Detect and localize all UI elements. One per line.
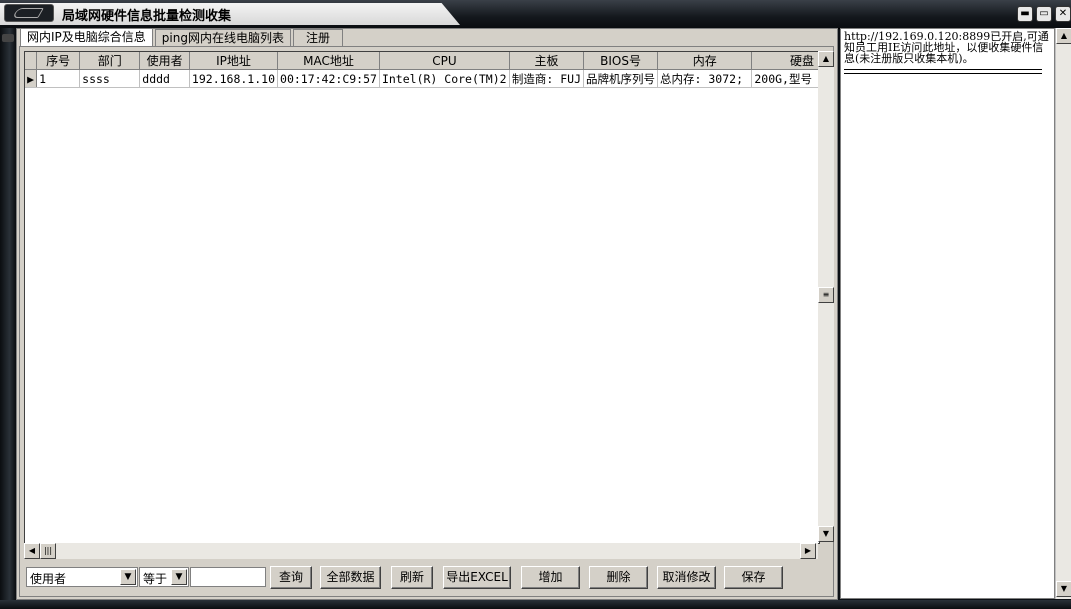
tab-strip: 网内IP及电脑综合信息 ping网内在线电脑列表 注册 (20, 28, 345, 47)
main-panel: 网内IP及电脑综合信息 ping网内在线电脑列表 注册 序号 部门 使用者 IP… (16, 28, 838, 600)
refresh-button[interactable]: 刷新 (391, 566, 433, 589)
field-select-value: 使用者 (30, 572, 67, 586)
column-header[interactable]: IP地址 (189, 52, 279, 70)
table-cell[interactable]: Intel(R) Core(TM)2 (379, 69, 510, 88)
column-header[interactable]: 主板 (509, 52, 585, 70)
table-cell[interactable]: 1 (36, 69, 81, 88)
grid-horizontal-scrollbar[interactable]: ◀ ||| ▶ (24, 543, 818, 559)
grid-header-row: 序号 部门 使用者 IP地址 MAC地址 CPU 主板 BIOS号 内存 硬盘 (25, 52, 819, 70)
bottom-toolbar: 使用者 ▼ 等于 ▼ 查询 全部数据 刷新 导出EXCEL 增加 删除 取消修改… (24, 564, 832, 594)
system-menu-icon[interactable] (4, 4, 54, 22)
info-text: http://192.169.0.120:8899已开启,可通知员工用IE访问此… (844, 30, 1049, 65)
grid-corner (25, 52, 38, 70)
table-cell[interactable]: ssss (79, 69, 141, 88)
delete-button[interactable]: 删除 (589, 566, 648, 589)
column-header[interactable]: 序号 (36, 52, 81, 70)
column-header[interactable]: 使用者 (139, 52, 190, 70)
tab-register[interactable]: 注册 (292, 29, 343, 47)
operator-select[interactable]: 等于 ▼ (139, 567, 189, 587)
scroll-down-icon[interactable]: ▼ (818, 526, 834, 542)
table-cell[interactable]: 00:17:42:C9:57 (277, 69, 380, 88)
maximize-icon[interactable]: ▭ (1036, 6, 1052, 22)
all-data-button[interactable]: 全部数据 (320, 566, 381, 589)
query-button[interactable]: 查询 (270, 566, 312, 589)
search-input[interactable] (190, 567, 266, 587)
scroll-up-icon[interactable]: ▲ (1056, 28, 1071, 44)
row-indicator-icon: ▶ (25, 69, 38, 88)
scroll-down-icon[interactable]: ▼ (1056, 581, 1071, 597)
info-panel: http://192.169.0.120:8899已开启,可通知员工用IE访问此… (840, 28, 1055, 599)
close-icon[interactable]: ✕ (1055, 6, 1071, 22)
scroll-thumb-horizontal[interactable]: ||| (40, 543, 56, 559)
table-cell[interactable]: 品牌机序列号 (583, 69, 659, 88)
chevron-down-icon[interactable]: ▼ (120, 569, 136, 585)
table-cell[interactable]: 192.168.1.10 (189, 69, 279, 88)
add-button[interactable]: 增加 (521, 566, 580, 589)
operator-select-value: 等于 (143, 572, 168, 586)
table-cell[interactable]: dddd (139, 69, 190, 88)
table-cell[interactable]: 总内存: 3072; (657, 69, 753, 88)
save-button[interactable]: 保存 (724, 566, 783, 589)
column-header[interactable]: 硬盘 (751, 52, 819, 70)
column-header[interactable]: CPU (379, 52, 510, 70)
column-header[interactable]: BIOS号 (583, 52, 659, 70)
column-header[interactable]: 内存 (657, 52, 753, 70)
left-frame (0, 28, 16, 603)
scroll-thumb[interactable]: ≡ (818, 287, 834, 303)
table-cell[interactable]: 制造商: FUJ (509, 69, 585, 88)
chevron-down-icon[interactable]: ▼ (171, 569, 187, 585)
scroll-left-icon[interactable]: ◀ (24, 543, 40, 559)
window-title: 局域网硬件信息批量检测收集 (62, 9, 232, 24)
info-scrollbar[interactable]: ▲ ▼ (1055, 28, 1071, 599)
grid-vertical-scrollbar[interactable]: ▲ ≡ ▼ (818, 51, 834, 542)
info-divider (844, 69, 1042, 74)
scroll-up-icon[interactable]: ▲ (818, 51, 834, 67)
tab-page: 序号 部门 使用者 IP地址 MAC地址 CPU 主板 BIOS号 内存 硬盘 (19, 46, 834, 597)
bottom-frame (0, 600, 1071, 609)
field-select[interactable]: 使用者 ▼ (26, 567, 138, 587)
column-header[interactable]: MAC地址 (277, 52, 380, 70)
column-header[interactable]: 部门 (79, 52, 141, 70)
table-cell[interactable]: 200G,型号 (751, 69, 819, 88)
tab-ping-list[interactable]: ping网内在线电脑列表 (154, 29, 291, 47)
cancel-edit-button[interactable]: 取消修改 (657, 566, 716, 589)
tab-ip-info[interactable]: 网内IP及电脑综合信息 (20, 28, 153, 47)
table-row[interactable]: ▶ 1 ssss dddd 192.168.1.10 00:17:42:C9:5… (25, 69, 819, 88)
scroll-right-icon[interactable]: ▶ (800, 543, 816, 559)
export-excel-button[interactable]: 导出EXCEL (443, 566, 511, 589)
title-bar: 局域网硬件信息批量检测收集 ▬ ▭ ✕ (0, 0, 1071, 29)
data-grid[interactable]: 序号 部门 使用者 IP地址 MAC地址 CPU 主板 BIOS号 内存 硬盘 (24, 51, 820, 544)
minimize-icon[interactable]: ▬ (1017, 6, 1033, 22)
